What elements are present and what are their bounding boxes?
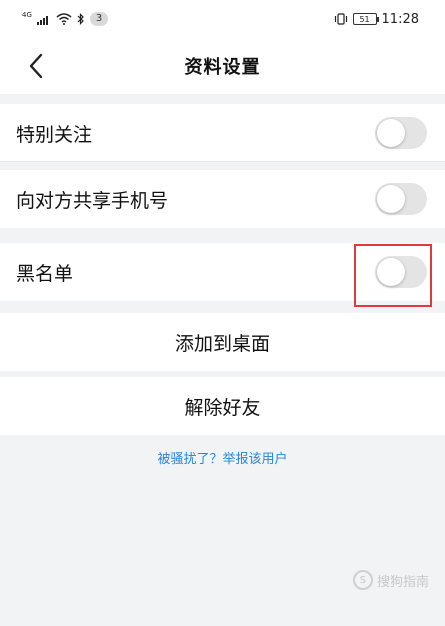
setting-row-special-follow: 特别关注 [0,104,445,162]
remove-friend-button[interactable]: 解除好友 [0,377,445,435]
watermark-logo-icon: S [352,570,373,590]
special-follow-label: 特别关注 [16,123,93,146]
add-to-desktop-button[interactable]: 添加到桌面 [0,313,445,371]
blacklist-label: 黑名单 [16,262,74,285]
remove-friend-label: 解除好友 [184,396,261,419]
special-follow-toggle[interactable] [375,117,427,149]
bluetooth-icon [77,13,84,25]
network-type: 4G [22,11,32,19]
toggle-knob [377,119,405,147]
toggle-knob [377,185,405,213]
vibrate-icon [334,13,347,25]
chevron-left-icon [29,53,43,79]
status-bar: 4G 3 51 11:28 [0,0,445,38]
row-divider [0,161,445,162]
battery-level: 51 [359,14,370,24]
wifi-icon [56,13,72,25]
header: 资料设置 [0,38,445,94]
battery-icon: 51 [352,13,379,25]
status-left: 4G 3 [22,11,109,26]
notification-badge: 3 [89,12,109,26]
watermark: S 搜狗指南 [352,570,429,590]
status-right: 51 11:28 [334,12,419,27]
setting-row-share-phone: 向对方共享手机号 [0,170,445,228]
share-phone-label: 向对方共享手机号 [16,189,169,212]
page-title: 资料设置 [184,57,261,78]
signal-icon [36,15,48,25]
clock: 11:28 [381,11,419,27]
watermark-text: 搜狗指南 [376,574,429,590]
back-button[interactable] [18,48,54,84]
report-user-link[interactable]: 被骚扰了？举报该用户 [0,448,445,467]
add-to-desktop-label: 添加到桌面 [174,332,270,355]
highlight-annotation [354,244,432,307]
share-phone-toggle[interactable] [375,183,427,215]
